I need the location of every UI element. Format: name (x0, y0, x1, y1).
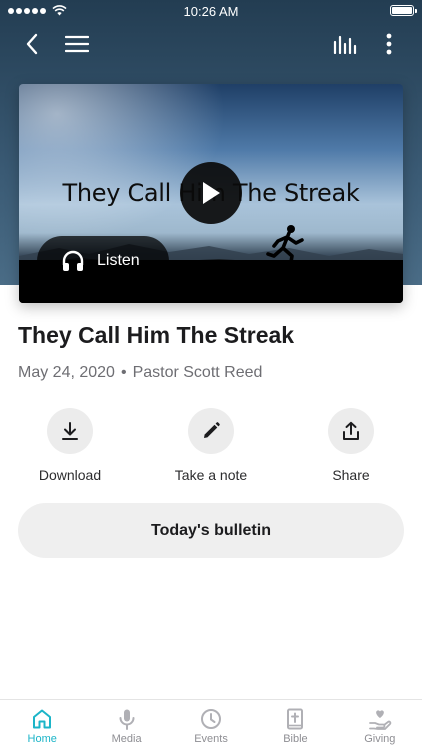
home-icon (33, 709, 52, 729)
hamburger-icon (65, 35, 89, 53)
runner-silhouette (266, 225, 304, 270)
listen-label: Listen (97, 252, 140, 269)
sermon-date: May 24, 2020 (18, 364, 115, 381)
bible-icon (287, 708, 304, 730)
giving-icon (368, 710, 392, 730)
more-vertical-icon (386, 33, 392, 55)
battery-icon (390, 5, 417, 16)
pencil-icon (204, 422, 220, 438)
meta-separator: • (120, 364, 127, 381)
take-note-action[interactable]: Take a note (156, 408, 266, 483)
play-icon (203, 182, 220, 204)
download-action[interactable]: Download (15, 408, 125, 483)
tab-bible-label: Bible (283, 733, 308, 745)
tab-bible[interactable]: Bible (253, 700, 337, 750)
sermon-meta: May 24, 2020 • Pastor Scott Reed (18, 364, 262, 382)
take-note-label: Take a note (174, 467, 248, 483)
tab-media[interactable]: Media (84, 700, 168, 750)
listen-button[interactable]: Listen (37, 236, 169, 286)
more-button[interactable] (374, 30, 404, 58)
audio-bars-icon (333, 35, 357, 54)
tab-giving[interactable]: Giving (338, 700, 422, 750)
headphones-icon (62, 250, 84, 271)
share-action[interactable]: Share (296, 408, 406, 483)
microphone-icon (119, 709, 135, 730)
todays-bulletin-button[interactable]: Today's bulletin (18, 503, 404, 558)
back-button[interactable] (17, 30, 47, 58)
tab-home-label: Home (27, 733, 57, 745)
share-button[interactable] (328, 408, 374, 454)
download-button[interactable] (47, 408, 93, 454)
tab-bar: Home Media Events Bible Giving (0, 699, 422, 750)
share-label: Share (332, 467, 370, 483)
share-icon (343, 421, 359, 440)
tab-giving-label: Giving (364, 733, 396, 745)
take-note-button[interactable] (188, 408, 234, 454)
download-label: Download (38, 467, 102, 483)
menu-button[interactable] (62, 30, 92, 58)
audio-button[interactable] (330, 30, 360, 58)
download-icon (62, 422, 78, 440)
clock-icon (201, 709, 222, 729)
tab-home[interactable]: Home (0, 700, 84, 750)
tab-media-label: Media (111, 733, 142, 745)
status-bar: 10:26 AM (0, 0, 422, 22)
play-button[interactable] (180, 162, 242, 224)
status-time: 10:26 AM (183, 4, 239, 19)
chevron-left-icon (26, 33, 38, 55)
tab-events[interactable]: Events (169, 700, 253, 750)
tab-events-label: Events (194, 733, 228, 745)
sermon-title: They Call Him The Streak (18, 322, 295, 348)
media-card[interactable]: They Call Him The Streak Listen (19, 84, 403, 303)
sermon-speaker: Pastor Scott Reed (132, 364, 263, 381)
